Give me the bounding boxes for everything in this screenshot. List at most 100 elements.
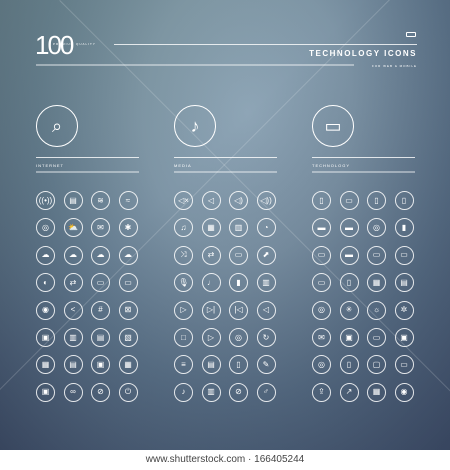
tech-icon: ≈ (118, 191, 138, 210)
icon-glyph: ▭ (400, 359, 408, 369)
category-glyph: ▭ (324, 115, 342, 136)
tech-icon: ▥ (63, 328, 83, 347)
icon-glyph: ↗ (345, 387, 353, 397)
icon-glyph: ▣ (96, 359, 105, 369)
icon-glyph: ⇄ (207, 250, 215, 260)
tech-icon: ▦ (367, 382, 386, 402)
icon-glyph: ▥ (69, 332, 77, 342)
icon-glyph: ✉ (97, 222, 104, 232)
icon-glyph: ▥ (207, 387, 215, 397)
tech-icon: ⇄ (63, 273, 83, 293)
tech-icon: ▭ (394, 245, 414, 265)
icon-glyph: ▤ (400, 277, 408, 287)
tech-icon: ▯ (229, 355, 248, 375)
icon-glyph: ⬈ (262, 250, 270, 260)
icon-glyph: ⤨ (180, 250, 187, 260)
tech-icon: ▬ (339, 245, 359, 265)
tech-icon: ♂ (256, 382, 276, 402)
icon-glyph: ⛅ (68, 222, 78, 232)
tech-icon: ✎ (256, 355, 276, 375)
tech-icon: ▮ (394, 218, 414, 238)
tech-icon: ✱ (118, 218, 138, 238)
icon-glyph: ◉ (400, 387, 408, 397)
icon-glyph: ▧ (124, 332, 132, 342)
icon-glyph: ▦ (372, 387, 381, 397)
icon-glyph: ((•)) (38, 195, 53, 205)
category-glyph: ♪ (190, 115, 200, 136)
tech-icon: ▣ (36, 382, 55, 402)
icon-glyph: ▭ (345, 195, 353, 205)
tech-icon: ▭ (339, 191, 359, 210)
tech-icon: ☼ (367, 300, 386, 320)
icon-glyph: ↻ (262, 332, 270, 342)
tech-icon: ✉ (312, 328, 331, 347)
tech-icon: ♫ (174, 218, 193, 238)
icon-glyph: □ (181, 332, 186, 342)
icon-glyph: ☁ (96, 250, 105, 260)
tech-icon: ♩ (201, 273, 221, 293)
tech-icon: ⊘ (229, 382, 248, 402)
battery-icon (406, 32, 416, 37)
laptop-icon: ▭ (312, 105, 354, 147)
tech-icon: ((•)) (36, 191, 55, 210)
icon-glyph: ▯ (346, 359, 352, 369)
icon-glyph: ◁)) (260, 195, 272, 205)
icon-glyph: ▤ (69, 359, 77, 369)
tech-icon: ⇪ (312, 382, 331, 402)
tech-icon: ⛅ (63, 218, 83, 238)
tech-icon: ⬈ (256, 245, 276, 265)
tech-icon: ⇄ (201, 245, 221, 265)
tech-icon: □ (174, 328, 193, 347)
icon-glyph: ▭ (372, 332, 381, 342)
icon-glyph: ▥ (262, 277, 270, 287)
icon-glyph: ◔ (263, 222, 269, 232)
tech-icon: ▣ (91, 355, 110, 375)
tech-icon: ▤ (63, 191, 83, 210)
tech-icon: ▭ (229, 245, 248, 265)
icon-glyph: ◎ (235, 332, 242, 342)
tech-icon: ⊠ (118, 300, 138, 320)
tech-icon: ☁ (91, 245, 110, 265)
tech-icon: ▷ (174, 300, 193, 320)
tech-icon: ▯ (339, 273, 359, 293)
tech-icon: ◎ (36, 218, 55, 238)
tech-icon: ∞ (63, 382, 83, 402)
tech-icon: ◉ (394, 382, 414, 402)
icon-glyph: ≡ (181, 359, 186, 369)
icon-glyph: ▤ (96, 332, 105, 342)
icon-glyph: ☁ (41, 250, 50, 260)
icon-glyph: ◎ (318, 305, 325, 315)
icon-glyph: # (98, 305, 103, 315)
tech-icon: ▭ (118, 273, 138, 293)
tech-icon: ✲ (394, 300, 414, 320)
category-divider (312, 171, 415, 173)
tech-icon: ▬ (312, 218, 331, 238)
tech-icon: ◁× (174, 191, 193, 210)
icon-glyph: ▯ (374, 195, 379, 205)
icon-glyph: ▦ (207, 222, 215, 232)
tech-icon: ♪ (174, 382, 193, 402)
tech-icon: ◐ (36, 273, 55, 293)
icon-glyph: ✎ (262, 359, 270, 369)
icon-glyph: ◎ (373, 222, 380, 232)
icon-glyph: ♂ (263, 387, 269, 397)
icon-glyph: ▭ (124, 277, 132, 287)
icon-glyph: ▭ (96, 277, 105, 287)
tech-icon: ◎ (312, 300, 331, 320)
tech-icon: ▤ (394, 273, 414, 293)
tech-icon: # (91, 300, 110, 320)
icon-glyph: ☁ (69, 250, 77, 260)
artwork: 100 PREMIUM QUALITY TECHNOLOGY ICONS FOR… (0, 0, 450, 450)
icon-glyph: ♪ (181, 387, 186, 397)
icon-glyph: ▭ (317, 277, 326, 287)
icon-glyph: ▯ (236, 359, 241, 369)
icon-glyph: ▷ (180, 305, 187, 315)
tech-icon: ▷ (201, 328, 221, 347)
tech-icon: ◎ (229, 328, 248, 347)
subtitle: FOR WEB & MOBILE (371, 64, 417, 68)
tech-icon: ◎ (367, 218, 386, 238)
icon-glyph: ✱ (124, 222, 132, 232)
category-label: TECHNOLOGY (312, 163, 351, 168)
icon-glyph: ▭ (234, 250, 243, 260)
icon-glyph: ▣ (41, 387, 50, 397)
